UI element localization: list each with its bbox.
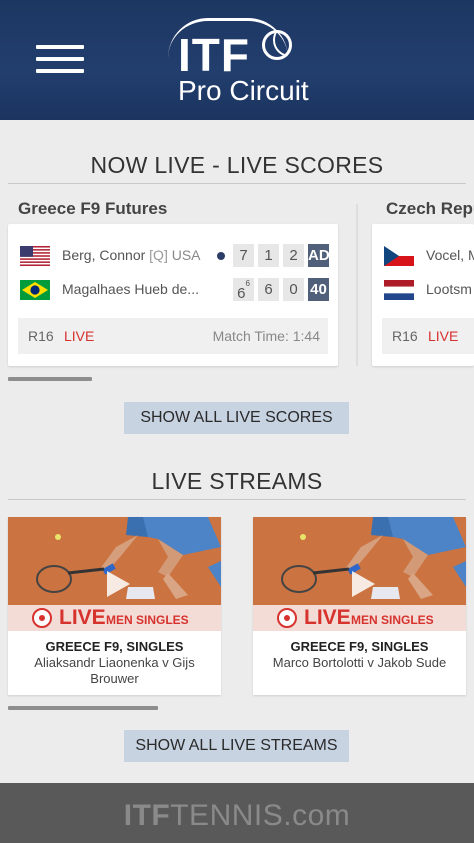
player-row: Magalhaes Hueb de... 66 6 0 40 xyxy=(8,278,338,302)
logo-subtitle: Pro Circuit xyxy=(178,75,309,106)
itftennis-logo[interactable]: ITFTENNIS.com xyxy=(0,799,474,833)
show-all-live-streams-button[interactable]: SHOW ALL LIVE STREAMS xyxy=(124,730,349,762)
logo-itf-text: ITF xyxy=(178,29,250,81)
card-separator xyxy=(356,204,358,366)
section-divider xyxy=(8,183,466,184)
live-streams-title: LIVE STREAMS xyxy=(151,468,323,494)
player-name: Lootsm xyxy=(426,281,472,297)
tournament-name[interactable]: Greece F9 Futures xyxy=(18,199,167,219)
player-row: Vocel, M xyxy=(372,244,474,268)
player-name: Magalhaes Hueb de... xyxy=(62,281,199,297)
stream-title: GREECE F9, SINGLES xyxy=(45,639,184,654)
player-name: Berg, Connor [Q] USA xyxy=(62,247,201,263)
stream-card[interactable]: LIVE MEN SINGLES GREECE F9, SINGLES Marc… xyxy=(253,517,466,695)
show-all-live-scores-button[interactable]: SHOW ALL LIVE SCORES xyxy=(124,402,349,434)
player-name: Vocel, M xyxy=(426,247,474,263)
live-scores-title: NOW LIVE - LIVE SCORES xyxy=(90,152,384,178)
app-header: ITF Pro Circuit xyxy=(0,0,474,120)
game-score: 40 xyxy=(308,278,329,301)
us-flag-icon xyxy=(20,246,50,266)
stream-category: MEN SINGLES xyxy=(351,613,434,627)
match-info-bar: R16 LIVE xyxy=(382,318,474,354)
stream-category: MEN SINGLES xyxy=(106,613,189,627)
horizontal-scroll-indicator xyxy=(8,377,92,381)
tennis-ball-icon xyxy=(262,30,292,60)
czech-flag-icon xyxy=(384,246,414,266)
live-label: LIVE xyxy=(59,606,106,629)
set-score: 6 xyxy=(258,278,279,301)
horizontal-scroll-indicator xyxy=(8,706,158,710)
match-card[interactable]: Vocel, M Lootsm R16 LIVE xyxy=(372,224,474,366)
match-card[interactable]: Berg, Connor [Q] USA 7 1 2 AD Magalhaes … xyxy=(8,224,338,366)
stream-title: GREECE F9, SINGLES xyxy=(290,639,429,654)
netherlands-flag-icon xyxy=(384,280,414,300)
round-label: R16 xyxy=(392,328,418,344)
section-divider xyxy=(8,499,466,500)
stream-players: Aliaksandr Liaonenka v Gijs Brouwer xyxy=(34,655,195,686)
set-score: 2 xyxy=(283,244,304,267)
match-time: Match Time: 1:44 xyxy=(212,328,320,344)
live-status: LIVE xyxy=(428,328,459,344)
live-banner: LIVE MEN SINGLES xyxy=(8,605,221,631)
player-row: Berg, Connor [Q] USA 7 1 2 AD xyxy=(8,244,338,268)
brazil-flag-icon xyxy=(20,280,50,300)
player-row: Lootsm xyxy=(372,278,474,302)
tournament-name[interactable]: Czech Repu xyxy=(386,199,474,219)
app-footer: ITFTENNIS.com xyxy=(0,783,474,843)
live-status: LIVE xyxy=(64,328,95,344)
menu-icon[interactable] xyxy=(36,44,84,76)
live-banner: LIVE MEN SINGLES xyxy=(253,605,466,631)
match-info-bar: R16 LIVE Match Time: 1:44 xyxy=(18,318,328,354)
set-score: 0 xyxy=(283,278,304,301)
stream-thumbnail[interactable] xyxy=(8,517,221,605)
round-label: R16 xyxy=(28,328,54,344)
live-broadcast-icon xyxy=(277,608,297,628)
stream-players: Marco Bortolotti v Jakob Sude xyxy=(272,655,447,670)
set-score: 66 xyxy=(233,278,254,302)
set-score: 7 xyxy=(233,244,254,267)
serving-indicator xyxy=(217,252,225,260)
game-score: AD xyxy=(308,244,330,267)
itf-pro-circuit-logo: ITF Pro Circuit xyxy=(160,12,320,112)
set-score: 1 xyxy=(258,244,279,267)
stream-card[interactable]: LIVE MEN SINGLES GREECE F9, SINGLES Alia… xyxy=(8,517,221,695)
live-broadcast-icon xyxy=(32,608,52,628)
stream-thumbnail[interactable] xyxy=(253,517,466,605)
live-label: LIVE xyxy=(304,606,351,629)
